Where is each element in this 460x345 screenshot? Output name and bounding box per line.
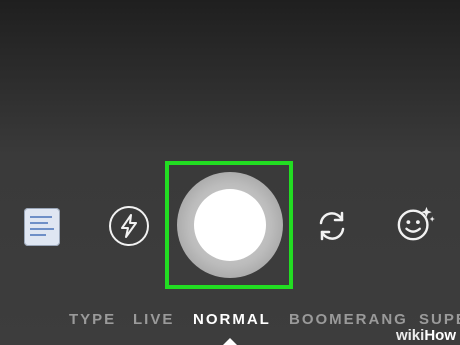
gallery-thumbnail[interactable] <box>24 208 60 246</box>
watermark-wiki: wiki <box>395 326 425 344</box>
thumbnail-line <box>30 222 48 224</box>
shutter-button-inner[interactable] <box>194 189 266 261</box>
face-effects-button[interactable] <box>396 204 436 244</box>
mode-boomerang[interactable]: BOOMERANG <box>289 311 408 328</box>
thumbnail-line <box>30 228 54 230</box>
mode-type[interactable]: TYPE <box>69 311 116 328</box>
mode-live[interactable]: LIVE <box>133 311 174 328</box>
mode-normal[interactable]: NORMAL <box>193 311 271 328</box>
camera-switch-icon <box>319 211 345 241</box>
switch-camera-button[interactable] <box>312 206 352 246</box>
thumbnail-line <box>30 216 52 218</box>
lightning-bolt-icon <box>121 214 137 238</box>
flash-button[interactable] <box>109 206 149 246</box>
watermark-how: How <box>424 326 456 344</box>
thumbnail-line <box>30 234 46 236</box>
selected-mode-indicator <box>223 338 237 345</box>
face-effects-icon <box>397 206 435 241</box>
wikihow-watermark: wiki How <box>392 325 460 345</box>
